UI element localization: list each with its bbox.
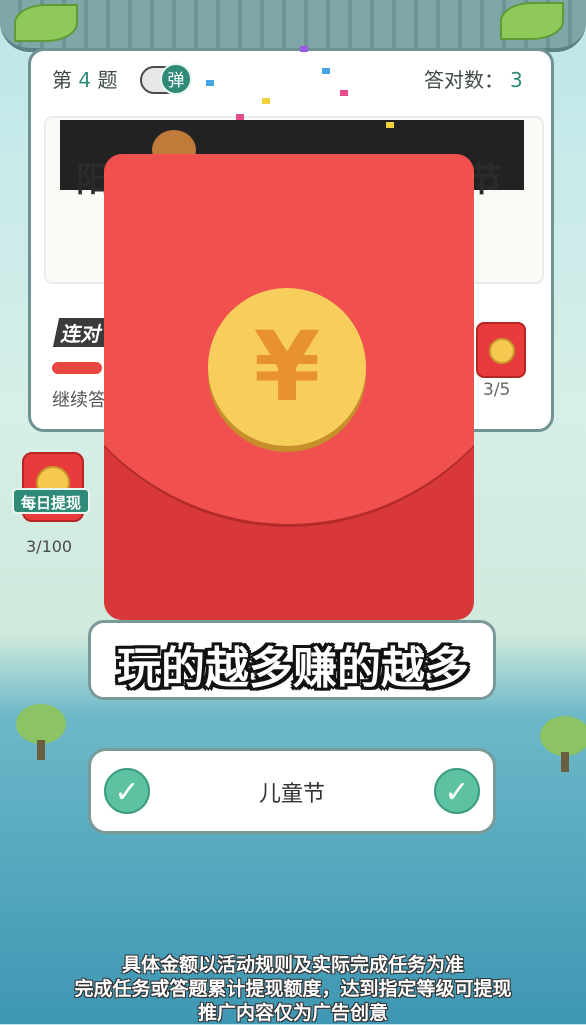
danmaku-toggle-knob[interactable]: 弹 — [160, 63, 192, 95]
confetti — [206, 80, 214, 86]
tree-trunk — [561, 752, 569, 772]
coin-icon — [489, 338, 515, 364]
streak-reward-progress: 3/5 — [483, 380, 511, 400]
streak-label: 连对 — [52, 318, 112, 347]
confetti — [236, 114, 244, 120]
confetti — [340, 90, 348, 96]
tree-decoration — [540, 716, 586, 756]
leaf-decoration — [14, 4, 78, 42]
confetti — [300, 46, 308, 52]
daily-withdraw-button[interactable]: 每日提现 — [12, 488, 90, 514]
disclaimer-line-2: 完成任务或答题累计提现额度，达到指定等级可提现 — [74, 978, 512, 1000]
disclaimer-line-3: 推广内容仅为广告创意 — [197, 1002, 388, 1024]
roof-decoration — [0, 0, 586, 52]
tree-decoration — [16, 704, 66, 744]
disclaimer-line-1: 具体金额以活动规则及实际完成任务为准 — [121, 954, 464, 976]
yen-icon: ¥ — [253, 311, 321, 423]
confetti — [262, 98, 270, 104]
daily-withdraw-progress: 3/100 — [26, 537, 73, 556]
confetti — [386, 122, 394, 128]
promo-banner-text: 玩的越多赚的越多 — [117, 643, 469, 694]
tree-trunk — [37, 740, 45, 760]
answer-option-label: 儿童节 — [258, 782, 325, 807]
continue-text: 继续答 — [52, 390, 106, 411]
correct-count: 答对数： 3 — [424, 68, 523, 92]
question-number: 第 4 题 — [52, 68, 118, 92]
streak-progress-bar — [52, 362, 102, 374]
leaf-decoration — [500, 2, 564, 40]
confetti — [322, 68, 330, 74]
